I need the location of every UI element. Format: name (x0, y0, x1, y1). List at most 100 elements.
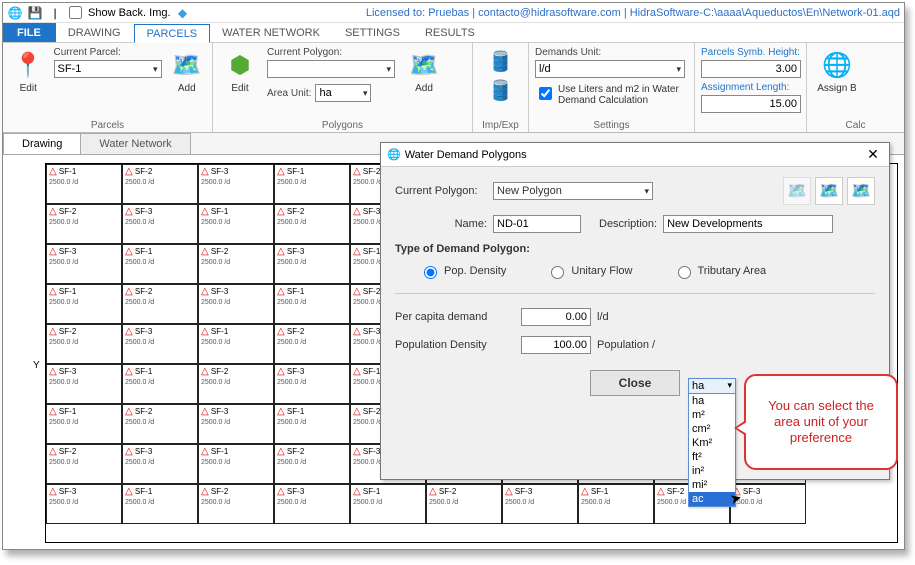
dlg-radio-density[interactable]: Pop. Density (419, 263, 506, 279)
dropdown-option[interactable]: ha (689, 394, 735, 408)
dlg-density-input[interactable] (521, 336, 591, 354)
add-parcel-button[interactable]: 🗺️ Add (168, 45, 207, 94)
dropdown-option[interactable]: m² (689, 408, 735, 422)
dlg-tool-add-icon[interactable]: 🗺️ (815, 177, 843, 205)
parcel-cell[interactable]: △ SF-32500.0 /d (274, 364, 350, 404)
dialog-title: Water Demand Polygons (405, 149, 527, 161)
parcel-cell[interactable]: △ SF-22500.0 /d (274, 444, 350, 484)
parcel-cell[interactable]: △ SF-32500.0 /d (198, 164, 274, 204)
parcel-cell[interactable]: △ SF-32500.0 /d (274, 244, 350, 284)
assign-button[interactable]: 🌐 Assign B (813, 45, 861, 94)
dropdown-header[interactable]: ha (689, 379, 735, 394)
subtab-water[interactable]: Water Network (80, 133, 190, 154)
add-polygon-button[interactable]: 🗺️ Add (403, 45, 445, 94)
edit-parcel-button[interactable]: 📍 Edit (9, 45, 48, 94)
parcel-cell[interactable]: △ SF-32500.0 /d (122, 324, 198, 364)
dlg-tool-save-icon[interactable]: 🗺️ (847, 177, 875, 205)
parcel-cell[interactable]: △ SF-22500.0 /d (198, 484, 274, 524)
area-unit-label: Area Unit: (267, 88, 311, 99)
parcel-cell[interactable]: △ SF-12500.0 /d (198, 444, 274, 484)
parcel-cell[interactable]: △ SF-32500.0 /d (122, 204, 198, 244)
subtab-drawing[interactable]: Drawing (3, 133, 81, 154)
dlg-tool-delete-icon[interactable]: 🗺️ (783, 177, 811, 205)
tab-results[interactable]: RESULTS (413, 23, 488, 42)
tab-file[interactable]: FILE (3, 23, 56, 42)
show-back-checkbox[interactable] (69, 6, 82, 19)
parcel-cell[interactable]: △ SF-22500.0 /d (122, 284, 198, 324)
current-polygon-select[interactable] (267, 60, 395, 78)
map-add-icon: 🗺️ (170, 47, 204, 83)
tab-drawing[interactable]: DRAWING (56, 23, 134, 42)
dlg-type-label: Type of Demand Polygon: (395, 243, 875, 255)
save-icon[interactable]: 💾 (27, 5, 43, 21)
use-liters-checkbox[interactable] (539, 87, 552, 100)
parcel-cell[interactable]: △ SF-22500.0 /d (274, 204, 350, 244)
dlg-radio-unitary[interactable]: Unitary Flow (546, 263, 632, 279)
dialog-app-icon: 🌐 (387, 148, 401, 161)
dropdown-option[interactable]: in² (689, 464, 735, 478)
current-parcel-select[interactable]: SF-1 (54, 60, 162, 78)
group-polygons: Polygons (219, 120, 466, 132)
parcel-cell[interactable]: △ SF-12500.0 /d (198, 204, 274, 244)
parcel-cell[interactable]: △ SF-12500.0 /d (122, 364, 198, 404)
dlg-current-polygon-select[interactable]: New Polygon (493, 182, 653, 200)
dlg-radio-tributary[interactable]: Tributary Area (673, 263, 767, 279)
parcel-cell[interactable]: △ SF-22500.0 /d (46, 204, 122, 244)
parcel-cell[interactable]: △ SF-32500.0 /d (122, 444, 198, 484)
demands-unit-select[interactable]: l/d (535, 60, 685, 78)
area-unit-dropdown[interactable]: ha ham²cm²Km²ft²in²mi²ac (688, 378, 736, 507)
parcel-cell[interactable]: △ SF-12500.0 /d (46, 284, 122, 324)
dialog-close-icon[interactable]: ✕ (863, 146, 883, 163)
parcel-cell[interactable]: △ SF-22500.0 /d (198, 244, 274, 284)
parcel-cell[interactable]: △ SF-32500.0 /d (46, 364, 122, 404)
dlg-density-unit: Population / (597, 339, 655, 351)
parcel-cell[interactable]: △ SF-32500.0 /d (502, 484, 578, 524)
parcel-cell[interactable]: △ SF-12500.0 /d (198, 324, 274, 364)
parcel-cell[interactable]: △ SF-32500.0 /d (198, 404, 274, 444)
dropdown-option[interactable]: Km² (689, 436, 735, 450)
parcel-cell[interactable]: △ SF-12500.0 /d (274, 164, 350, 204)
parcel-cell[interactable]: △ SF-12500.0 /d (274, 284, 350, 324)
demands-unit-label: Demands Unit: (535, 47, 688, 58)
dlg-desc-input[interactable] (663, 215, 833, 233)
group-impexp: Imp/Exp (479, 120, 522, 132)
dlg-name-input[interactable] (493, 215, 581, 233)
dlg-name-label: Name: (439, 218, 487, 230)
dlg-percap-input[interactable] (521, 308, 591, 326)
parcel-cell[interactable]: △ SF-32500.0 /d (46, 244, 122, 284)
db-export-icon[interactable]: 🛢️ (488, 78, 513, 103)
divider-icon: | (47, 5, 63, 21)
dlg-close-button[interactable]: Close (590, 370, 680, 396)
parcel-cell[interactable]: △ SF-22500.0 /d (426, 484, 502, 524)
parcel-cell[interactable]: △ SF-12500.0 /d (122, 484, 198, 524)
parcel-cell[interactable]: △ SF-32500.0 /d (46, 484, 122, 524)
dropdown-option[interactable]: ft² (689, 450, 735, 464)
parcel-cell[interactable]: △ SF-12500.0 /d (46, 404, 122, 444)
parcel-cell[interactable]: △ SF-12500.0 /d (350, 484, 426, 524)
parcel-cell[interactable]: △ SF-22500.0 /d (46, 324, 122, 364)
parcel-cell[interactable]: △ SF-22500.0 /d (198, 364, 274, 404)
tab-parcels[interactable]: PARCELS (134, 24, 211, 43)
symb-height-input[interactable] (701, 60, 801, 78)
dropdown-option[interactable]: cm² (689, 422, 735, 436)
parcel-cell[interactable]: △ SF-32500.0 /d (198, 284, 274, 324)
tab-water[interactable]: WATER NETWORK (210, 23, 333, 42)
area-unit-select[interactable]: ha (315, 84, 371, 102)
group-settings: Settings (535, 120, 688, 132)
parcel-cell[interactable]: △ SF-12500.0 /d (46, 164, 122, 204)
parcel-cell[interactable]: △ SF-22500.0 /d (122, 164, 198, 204)
parcel-cell[interactable]: △ SF-12500.0 /d (578, 484, 654, 524)
license-text: Licensed to: Pruebas | contacto@hidrasof… (366, 7, 900, 19)
db-import-icon[interactable]: 🛢️ (488, 49, 513, 74)
parcel-cell[interactable]: △ SF-12500.0 /d (122, 244, 198, 284)
dropdown-option[interactable]: mi² (689, 478, 735, 492)
parcel-cell[interactable]: △ SF-32500.0 /d (274, 484, 350, 524)
edit-polygon-button[interactable]: ⬢ Edit (219, 45, 261, 94)
parcel-cell[interactable]: △ SF-12500.0 /d (274, 404, 350, 444)
parcel-cell[interactable]: △ SF-22500.0 /d (46, 444, 122, 484)
assign-length-input[interactable] (701, 95, 801, 113)
parcel-cell[interactable]: △ SF-22500.0 /d (274, 324, 350, 364)
layers-icon[interactable]: ◆ (175, 5, 191, 21)
parcel-cell[interactable]: △ SF-22500.0 /d (122, 404, 198, 444)
tab-settings[interactable]: SETTINGS (333, 23, 413, 42)
